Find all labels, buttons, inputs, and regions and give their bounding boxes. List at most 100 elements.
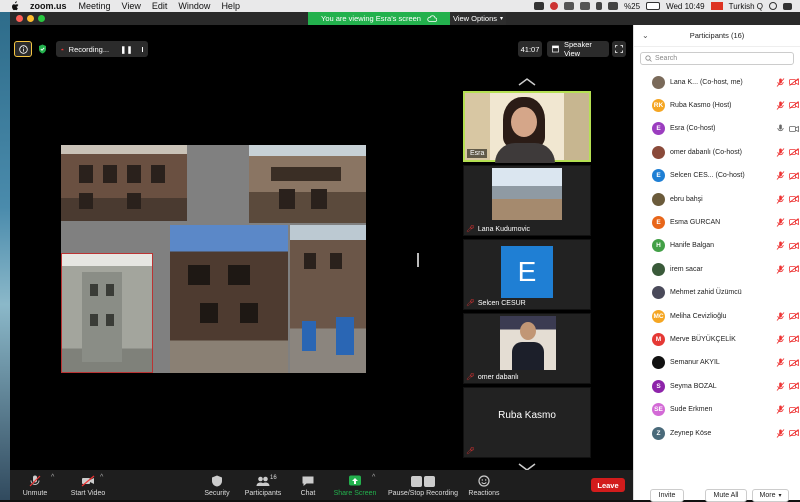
- video-off-icon[interactable]: [789, 241, 799, 250]
- invite-button[interactable]: Invite: [650, 489, 684, 502]
- menu-list-icon[interactable]: [783, 2, 792, 10]
- collapse-chevron-icon[interactable]: ⌄: [642, 31, 649, 40]
- cloud-record-icon: [61, 48, 64, 50]
- participant-row[interactable]: Lana K... (Co-host, me): [634, 71, 800, 93]
- participant-row[interactable]: Semanur AKYIL: [634, 352, 800, 374]
- participant-row[interactable]: MC Meliha Cevizlioğlu: [634, 305, 800, 327]
- participants-search-input[interactable]: Search: [640, 52, 794, 65]
- video-off-icon[interactable]: [789, 171, 799, 180]
- avatar: [652, 192, 665, 206]
- video-off-icon[interactable]: [789, 148, 799, 157]
- participant-row[interactable]: M Merve BÜYÜKÇELİK: [634, 328, 800, 350]
- muted-mic-icon[interactable]: [776, 428, 785, 438]
- video-off-icon[interactable]: [789, 382, 799, 391]
- close-window-button[interactable]: [16, 15, 23, 22]
- menu-app-name[interactable]: zoom.us: [30, 1, 67, 11]
- muted-mic-icon[interactable]: [776, 264, 785, 274]
- share-options-chevron-icon[interactable]: ^: [372, 474, 375, 481]
- participants-button[interactable]: Participants: [241, 470, 285, 500]
- apple-icon[interactable]: [10, 1, 20, 11]
- search-icon[interactable]: [769, 2, 777, 10]
- video-off-icon[interactable]: [789, 218, 799, 227]
- minimize-window-button[interactable]: [27, 15, 34, 22]
- participant-row[interactable]: Mehmet zahid Üzümcü: [634, 282, 800, 304]
- participant-row[interactable]: SE Sude Erkmen: [634, 399, 800, 421]
- participant-row[interactable]: H Hanife Balgan: [634, 235, 800, 257]
- video-tile-omer[interactable]: 🎤︎ omer dabanlı: [463, 313, 591, 384]
- participant-row[interactable]: S Seyma BOZAL: [634, 375, 800, 397]
- encryption-shield-button[interactable]: [35, 41, 49, 57]
- pause-stop-recording-button[interactable]: Pause/Stop Recording: [386, 470, 460, 500]
- video-off-icon[interactable]: [789, 195, 799, 203]
- participant-row[interactable]: E Esra (Co-host): [634, 118, 800, 140]
- muted-mic-icon[interactable]: [776, 171, 785, 180]
- unmute-button[interactable]: Unmute: [18, 470, 52, 500]
- stop-recording-icon[interactable]: [141, 46, 143, 52]
- video-off-icon[interactable]: [789, 335, 799, 344]
- participant-row[interactable]: E Esma GURCAN: [634, 211, 800, 233]
- video-off-icon[interactable]: [789, 265, 799, 274]
- mail-icon[interactable]: [580, 2, 591, 10]
- wifi-icon[interactable]: [608, 2, 619, 10]
- chat-button[interactable]: Chat: [294, 470, 322, 500]
- muted-mic-icon[interactable]: [776, 381, 785, 391]
- muted-mic-icon[interactable]: [776, 147, 785, 157]
- participant-row[interactable]: E Selcen CES... (Co-host): [634, 165, 800, 187]
- muted-mic-icon[interactable]: [776, 101, 785, 110]
- audio-options-chevron-icon[interactable]: ^: [51, 474, 54, 481]
- muted-mic-icon[interactable]: [776, 311, 785, 321]
- turkish-flag-icon[interactable]: [710, 2, 723, 10]
- dropbox-icon[interactable]: [564, 2, 575, 10]
- muted-mic-icon[interactable]: [776, 218, 785, 227]
- start-video-button[interactable]: Start Video: [66, 470, 110, 500]
- reactions-button[interactable]: Reactions: [466, 470, 502, 500]
- video-off-icon[interactable]: [789, 429, 799, 437]
- video-off-icon[interactable]: [789, 358, 799, 367]
- participant-row[interactable]: Z Zeynep Köse: [634, 422, 800, 444]
- video-off-icon[interactable]: [789, 312, 799, 320]
- avatar: [652, 75, 665, 89]
- video-off-icon[interactable]: [789, 405, 799, 414]
- video-tile-selcen[interactable]: E 🎤︎ Selcen CESUR: [463, 239, 591, 310]
- video-tile-esra[interactable]: Esra: [463, 91, 591, 163]
- record-status-icon[interactable]: [550, 2, 559, 10]
- bluetooth-icon[interactable]: [596, 2, 603, 10]
- video-icon[interactable]: [789, 125, 799, 133]
- video-off-icon[interactable]: [789, 78, 799, 86]
- fullscreen-button[interactable]: [612, 41, 626, 57]
- video-off-icon[interactable]: [789, 101, 799, 110]
- muted-mic-icon[interactable]: [776, 77, 785, 87]
- leave-button[interactable]: Leave: [591, 478, 625, 492]
- pause-recording-icon[interactable]: ❚❚: [120, 45, 133, 54]
- menu-help[interactable]: Help: [221, 1, 240, 11]
- menu-window[interactable]: Window: [178, 1, 210, 11]
- view-options-button[interactable]: View Options ▾: [450, 12, 506, 25]
- muted-mic-icon[interactable]: [776, 194, 785, 204]
- chevron-up-icon[interactable]: [517, 77, 537, 87]
- menu-view[interactable]: View: [122, 1, 141, 11]
- zoom-window-button[interactable]: [38, 15, 45, 22]
- muted-mic-icon[interactable]: [776, 358, 785, 368]
- video-tile-lana[interactable]: 🎤︎ Lana Kudumovic: [463, 165, 591, 236]
- video-tile-ruba[interactable]: Ruba Kasmo 🎤︎: [463, 387, 591, 458]
- participant-row[interactable]: irem sacar: [634, 258, 800, 280]
- menu-meeting[interactable]: Meeting: [79, 1, 111, 11]
- speaker-view-button[interactable]: Speaker View: [547, 40, 609, 58]
- participant-row[interactable]: RK Ruba Kasmo (Host): [634, 94, 800, 116]
- zoom-status-icon[interactable]: [534, 2, 545, 10]
- input-source[interactable]: Turkish Q: [729, 2, 763, 11]
- menu-edit[interactable]: Edit: [152, 1, 168, 11]
- mic-icon[interactable]: [776, 124, 785, 133]
- muted-mic-icon[interactable]: [776, 241, 785, 251]
- clock[interactable]: Wed 10:49: [666, 2, 705, 11]
- muted-mic-icon[interactable]: [776, 405, 785, 414]
- battery-icon[interactable]: [646, 2, 661, 10]
- more-button[interactable]: More ▾: [752, 489, 789, 502]
- participant-row[interactable]: omer dabanlı (Co-host): [634, 141, 800, 163]
- participant-row[interactable]: ebru bahşi: [634, 188, 800, 210]
- muted-mic-icon[interactable]: [776, 335, 785, 344]
- mute-all-button[interactable]: Mute All: [705, 489, 747, 502]
- info-button[interactable]: [14, 41, 32, 57]
- video-options-chevron-icon[interactable]: ^: [100, 474, 103, 481]
- security-button[interactable]: Security: [200, 470, 234, 500]
